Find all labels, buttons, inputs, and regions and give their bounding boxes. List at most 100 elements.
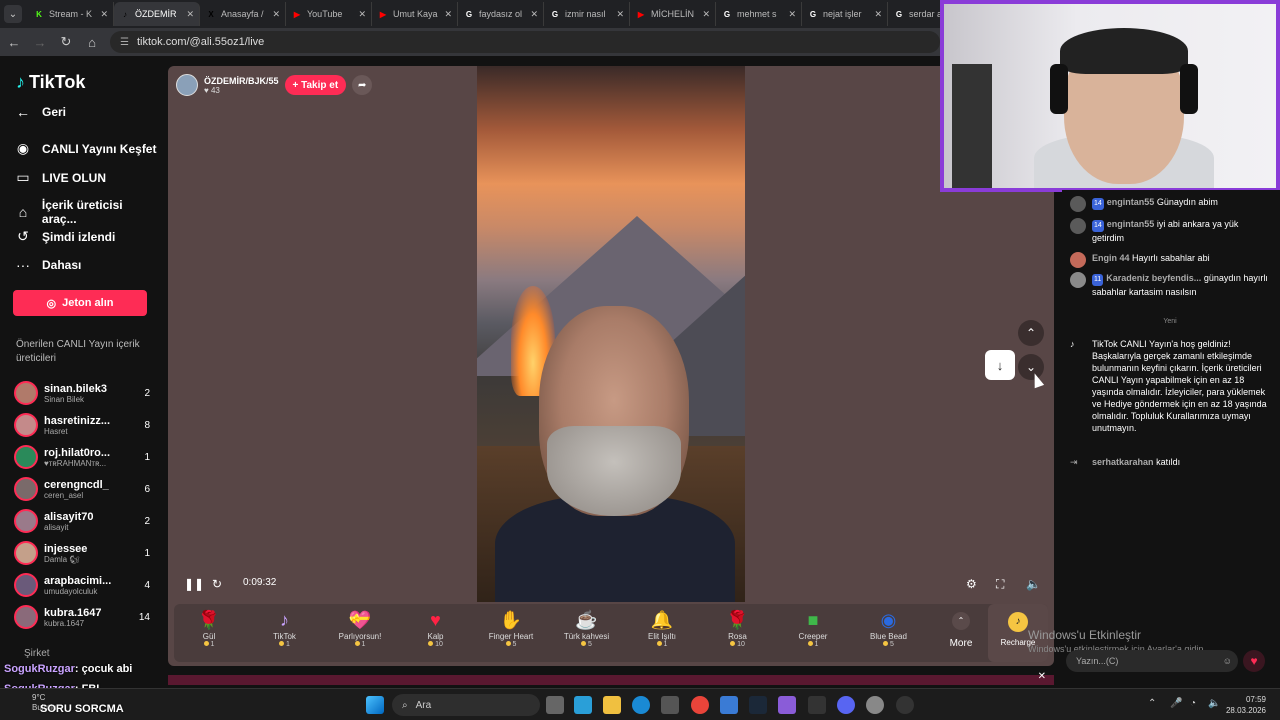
gift-item[interactable]: 🔔 Elit Işıltı 1 xyxy=(627,608,697,648)
gift-item[interactable]: ♥ Kalp 10 xyxy=(401,608,471,648)
streamer-name[interactable]: ÖZDEMİR/BJK/55 xyxy=(204,76,279,86)
browser-tab[interactable]: ▶ Umut Kaya ✕ xyxy=(372,2,458,26)
close-icon[interactable]: ✕ xyxy=(444,9,452,20)
volume-icon[interactable]: 🔈 xyxy=(1026,577,1041,591)
recommended-creator[interactable]: alisayit70 alisayit 2 xyxy=(14,506,150,536)
browser-tab[interactable]: ▶ YouTube ✕ xyxy=(286,2,372,26)
sidebar-item-go-live[interactable]: ▭ LIVE OLUN xyxy=(14,169,106,186)
gift-item[interactable]: ♪ TikTok 1 xyxy=(250,608,320,648)
share-icon[interactable]: ➦ xyxy=(352,75,373,95)
follow-button[interactable]: + Takip et xyxy=(284,75,347,95)
taskbar-search[interactable]: ⌕ Ara xyxy=(392,694,540,716)
wifi-icon[interactable]: ◔ xyxy=(1190,698,1196,709)
emoji-icon[interactable]: ☺ xyxy=(1223,656,1232,666)
widgets-icon[interactable] xyxy=(574,696,592,714)
chat-username[interactable]: Karadeniz beyfendis... xyxy=(1106,273,1201,283)
obs-icon[interactable] xyxy=(896,696,914,714)
task-view-icon[interactable] xyxy=(546,696,564,714)
settings-icon[interactable] xyxy=(866,696,884,714)
browser-tab[interactable]: Gnejat işler ✕ xyxy=(802,2,888,26)
streamer-avatar[interactable] xyxy=(176,74,198,96)
sidebar-item-creator-tools[interactable]: ⌂ İçerik üreticisi araç... xyxy=(14,198,160,226)
microphone-icon[interactable]: 🎤 xyxy=(1170,698,1182,709)
recommended-creator[interactable]: injessee Damla 🐿 1 xyxy=(14,538,150,568)
gift-item[interactable]: 💝 Parlıyorsun! 1 xyxy=(325,608,395,648)
joined-username[interactable]: serhatkarahan xyxy=(1092,457,1154,467)
close-icon[interactable]: ✕ xyxy=(1038,671,1046,682)
browser-tab[interactable]: X Anasayfa / ✕ xyxy=(200,2,286,26)
gift-item[interactable]: ◉ Blue Bead 5 xyxy=(854,608,924,648)
recommended-creator[interactable]: kubra.1647 kubra.1647 14 xyxy=(14,602,150,632)
avatar[interactable] xyxy=(1070,272,1086,288)
sidebar-item-explore-live[interactable]: ◉ CANLI Yayını Keşfet xyxy=(14,140,157,157)
steam-icon[interactable] xyxy=(749,696,767,714)
gift-item[interactable]: ■ Creeper 1 xyxy=(778,608,848,648)
forward-arrow-icon[interactable]: → xyxy=(32,35,48,50)
browser-tab[interactable]: Gfaydasız ol ✕ xyxy=(458,2,544,26)
gift-item[interactable]: 🌹 Rosa 10 xyxy=(703,608,773,648)
recommended-creator[interactable]: cerengncdl_ ceren_asel 6 xyxy=(14,474,150,504)
company-link[interactable]: Şirket xyxy=(24,648,50,659)
close-icon[interactable]: ✕ xyxy=(874,9,882,20)
address-bar[interactable]: ☰ tiktok.com/@ali.55oz1/live xyxy=(110,31,940,53)
app-icon[interactable] xyxy=(778,696,796,714)
gift-item[interactable]: ✋ Finger Heart 5 xyxy=(476,608,546,648)
browser-tab[interactable]: K Stream - K ✕ xyxy=(28,2,114,26)
avatar[interactable] xyxy=(1070,196,1086,212)
edge-icon[interactable] xyxy=(632,696,650,714)
chrome-icon[interactable] xyxy=(691,696,709,714)
sidebar-item-back[interactable]: ← Geri xyxy=(14,104,66,120)
store-icon[interactable] xyxy=(661,696,679,714)
taskbar-clock[interactable]: 07:59 28.03.2026 xyxy=(1226,694,1266,716)
fullscreen-icon[interactable]: ⛶ xyxy=(996,577,1004,592)
discord-icon[interactable] xyxy=(837,696,855,714)
close-icon[interactable]: ✕ xyxy=(358,9,366,20)
close-icon[interactable]: ✕ xyxy=(272,9,280,20)
recommended-creator[interactable]: roj.hilat0ro... ♥ᴛʀRAHMANᴛʀ... 1 xyxy=(14,442,150,472)
more-gifts-button[interactable]: ⌃ More xyxy=(944,608,978,649)
previous-live-button[interactable]: ⌃ xyxy=(1018,320,1044,346)
close-icon[interactable]: ✕ xyxy=(702,9,710,20)
tiktok-logo[interactable]: ♪ TikTok xyxy=(16,72,85,93)
chat-input[interactable]: Yazın...(C) ☺ xyxy=(1066,650,1238,672)
close-icon[interactable]: ✕ xyxy=(616,9,624,20)
recommended-creator[interactable]: sinan.bilek3 Sinan Bilek 2 xyxy=(14,378,150,408)
settings-icon[interactable]: ⚙ xyxy=(966,577,977,591)
chat-username[interactable]: Engin 44 xyxy=(1092,253,1130,263)
browser-tab[interactable]: ▶ MİCHELİN ✕ xyxy=(630,2,716,26)
close-icon[interactable]: ✕ xyxy=(186,9,194,20)
close-icon[interactable]: ✕ xyxy=(788,9,796,20)
reload-icon[interactable]: ↻ xyxy=(58,34,74,50)
speaker-icon[interactable]: 🔈 xyxy=(1208,698,1220,709)
site-info-icon[interactable]: ☰ xyxy=(120,37,129,48)
app-icon[interactable] xyxy=(808,696,826,714)
file-explorer-icon[interactable] xyxy=(603,696,621,714)
home-icon[interactable]: ⌂ xyxy=(84,35,100,50)
avatar[interactable] xyxy=(1070,252,1086,268)
live-video[interactable] xyxy=(477,66,745,602)
chat-username[interactable]: engintan55 xyxy=(1107,197,1155,207)
browser-tab[interactable]: ♪ ÖZDEMİR ✕ xyxy=(114,2,200,26)
sidebar-item-more[interactable]: ··· Dahası xyxy=(14,257,81,273)
gift-item[interactable]: 🌹 Gül 1 xyxy=(174,608,244,648)
start-icon[interactable] xyxy=(366,696,384,714)
chat-username[interactable]: engintan55 xyxy=(1107,219,1155,229)
chevron-up-icon[interactable]: ⌃ xyxy=(1148,698,1156,709)
browser-tab[interactable]: Gmehmet s ✕ xyxy=(716,2,802,26)
like-heart-button[interactable]: ♥ xyxy=(1243,650,1265,672)
download-button[interactable]: ↓ xyxy=(985,350,1015,380)
recommended-creator[interactable]: arapbacimi... umudayolculuk 4 xyxy=(14,570,150,600)
refresh-icon[interactable]: ↻ xyxy=(212,577,222,591)
pause-icon[interactable]: ❚❚ xyxy=(184,577,204,591)
app-icon[interactable] xyxy=(720,696,738,714)
browser-tab[interactable]: Gizmir nasıl ✕ xyxy=(544,2,630,26)
sidebar-item-recently-watched[interactable]: ↺ Şimdi izlendi xyxy=(14,228,115,245)
close-icon[interactable]: ✕ xyxy=(100,9,108,20)
get-coins-button[interactable]: ◎ Jeton alın xyxy=(13,290,147,316)
recommended-creator[interactable]: hasretinizz... Hasret 8 xyxy=(14,410,150,440)
tab-search-menu[interactable]: ⌄ xyxy=(4,5,22,23)
avatar[interactable] xyxy=(1070,218,1086,234)
gift-item[interactable]: ☕ Türk kahvesi 5 xyxy=(552,608,622,648)
close-icon[interactable]: ✕ xyxy=(530,9,538,20)
back-arrow-icon[interactable]: ← xyxy=(6,35,22,50)
